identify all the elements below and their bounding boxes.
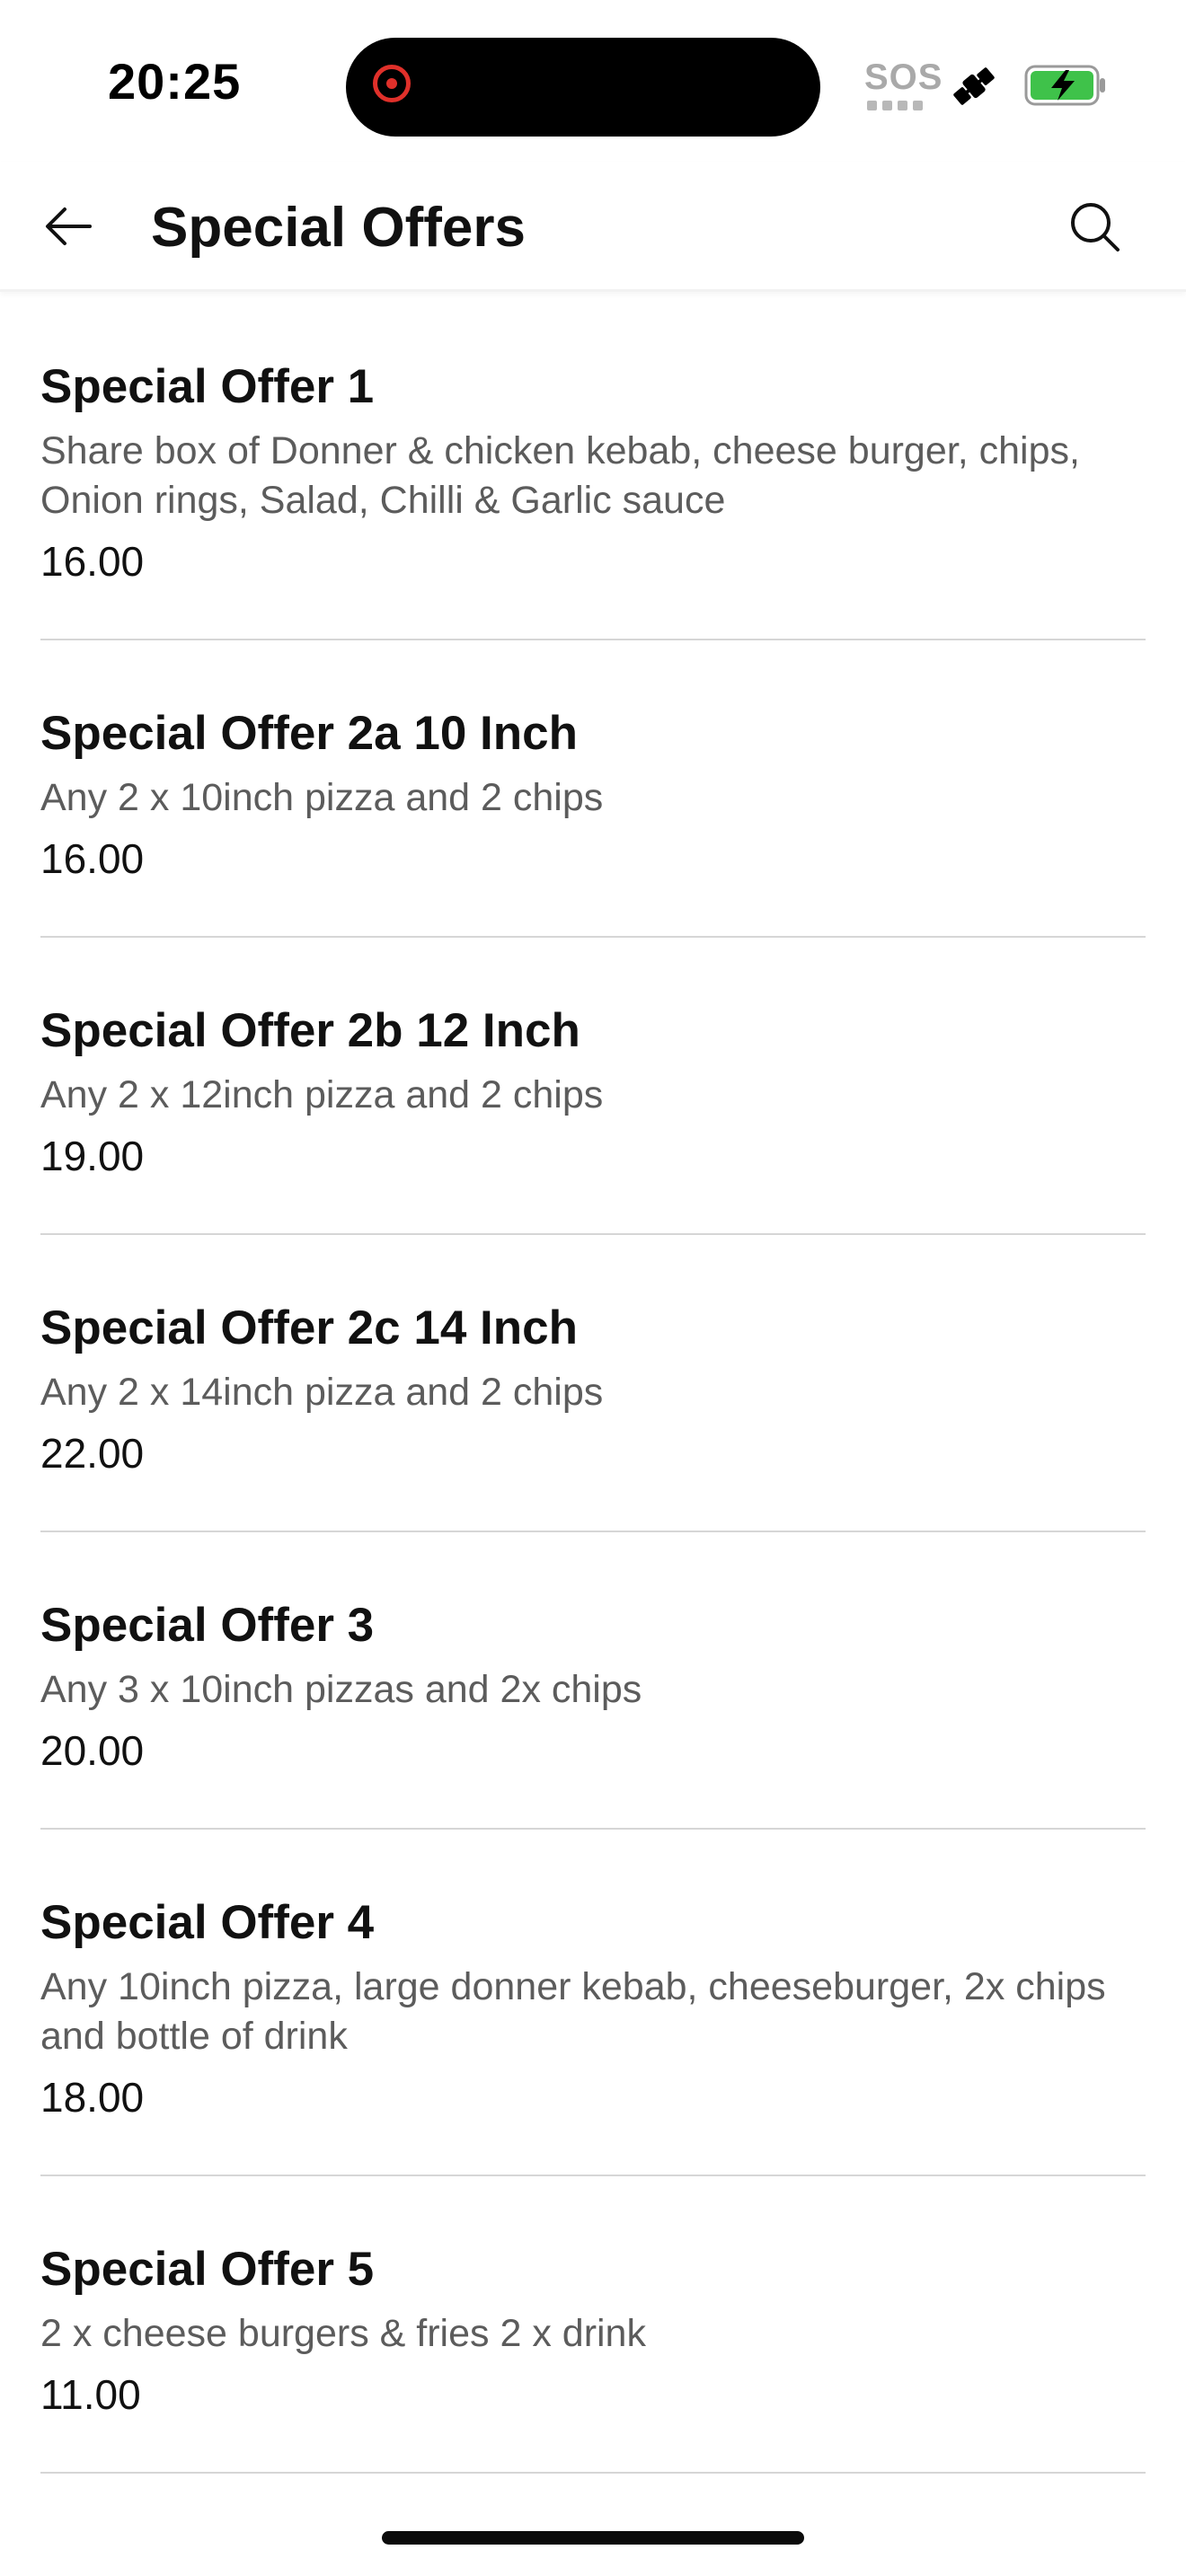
satellite-icon [953, 67, 995, 105]
dynamic-island [346, 38, 820, 137]
offer-price: 16.00 [40, 538, 145, 585]
sos-signal-dots [867, 101, 930, 111]
list-item-special-offer-5[interactable]: Special Offer 5 2 x cheese burgers & fri… [40, 2176, 1146, 2474]
home-indicator[interactable] [382, 2531, 804, 2545]
offer-price: 16.00 [40, 835, 145, 882]
search-icon[interactable] [1064, 196, 1127, 259]
battery-charging-icon [1024, 65, 1105, 106]
list-item-special-offer-2b[interactable]: Special Offer 2b 12 Inch Any 2 x 12inch … [40, 938, 1146, 1235]
offer-name: Special Offer 2a 10 Inch [40, 707, 578, 760]
offer-price: 22.00 [40, 1430, 145, 1477]
offer-description: Any 2 x 12inch pizza and 2 chips [40, 1073, 604, 1116]
offer-name: Special Offer 2c 14 Inch [40, 1301, 578, 1354]
arrow-left-icon[interactable] [36, 194, 101, 259]
offer-list: Special Offer 1 Share box of Donner & ch… [40, 294, 1146, 2474]
list-item-special-offer-1[interactable]: Special Offer 1 Share box of Donner & ch… [40, 294, 1146, 640]
offer-name: Special Offer 5 [40, 2243, 375, 2296]
offer-description: Any 3 x 10inch pizzas and 2x chips [40, 1668, 642, 1711]
offer-description: Any 2 x 14inch pizza and 2 chips [40, 1371, 604, 1414]
offer-name: Special Offer 3 [40, 1599, 375, 1652]
page-title: Special Offers [151, 197, 526, 259]
offer-name: Special Offer 4 [40, 1896, 375, 1949]
offer-price: 18.00 [40, 2074, 145, 2121]
list-item-special-offer-2a[interactable]: Special Offer 2a 10 Inch Any 2 x 10inch … [40, 640, 1146, 938]
offer-description: Share box of Donner & chicken kebab, che… [40, 429, 1080, 522]
list-item-special-offer-4[interactable]: Special Offer 4 Any 10inch pizza, large … [40, 1830, 1146, 2176]
offer-price: 20.00 [40, 1727, 145, 1774]
offer-description: 2 x cheese burgers & fries 2 x drink [40, 2312, 646, 2355]
status-time: 20:25 [108, 53, 242, 110]
offer-description: Any 2 x 10inch pizza and 2 chips [40, 776, 604, 819]
offer-price: 11.00 [40, 2371, 141, 2418]
status-bar: 20:25 SOS [0, 0, 1186, 162]
offer-description: Any 10inch pizza, large donner kebab, ch… [40, 1965, 1106, 2058]
offer-name: Special Offer 1 [40, 360, 375, 413]
offer-name: Special Offer 2b 12 Inch [40, 1004, 580, 1057]
list-item-special-offer-3[interactable]: Special Offer 3 Any 3 x 10inch pizzas an… [40, 1532, 1146, 1830]
navigation-bar: Special Offers [0, 162, 1186, 292]
offer-price: 19.00 [40, 1133, 145, 1179]
sos-label: SOS [864, 57, 943, 97]
list-item-special-offer-2c[interactable]: Special Offer 2c 14 Inch Any 2 x 14inch … [40, 1235, 1146, 1532]
screen-recording-icon [373, 65, 411, 102]
